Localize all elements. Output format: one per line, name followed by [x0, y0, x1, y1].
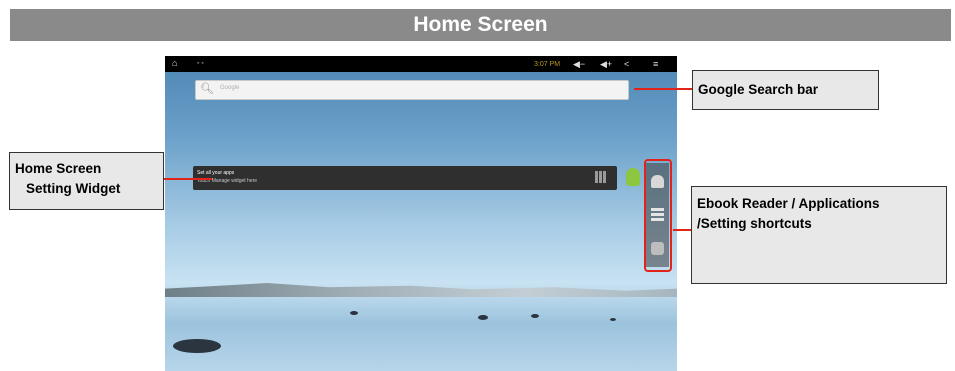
leader-line-home-widget — [162, 178, 212, 180]
search-placeholder: Google — [220, 85, 240, 91]
home-icon[interactable]: ⌂ — [172, 58, 177, 68]
leader-line-google — [634, 88, 692, 90]
menu-icon[interactable]: ≡ — [653, 59, 658, 69]
wallpaper-mountains — [165, 283, 677, 297]
page-title: Home Screen — [10, 9, 951, 41]
android-icon[interactable] — [626, 168, 640, 186]
wallpaper-rock — [173, 339, 221, 353]
callout-google-label: Google Search bar — [698, 82, 819, 97]
volume-up-icon[interactable]: ◀+ — [600, 59, 612, 69]
wallpaper-rock — [350, 311, 358, 315]
grid-icon[interactable] — [595, 171, 607, 183]
callout-home-widget: Home Screen Setting Widget — [9, 152, 164, 210]
back-icon[interactable]: < — [624, 59, 629, 69]
wallpaper-rock — [531, 314, 539, 318]
callout-shortcuts-line1: Ebook Reader / Applications — [697, 196, 880, 211]
callout-home-line1: Home Screen — [15, 161, 102, 176]
status-bar: ⌂ ▪ ▪ 3:07 PM ◀− ◀+ < ≡ — [165, 56, 677, 72]
wallpaper-rock — [478, 315, 488, 320]
callout-shortcuts-line2: /Setting shortcuts — [697, 216, 812, 231]
status-time: 3:07 PM — [534, 61, 561, 68]
widget-title: Set all your apps — [197, 170, 235, 176]
search-icon: 🔍︎ — [200, 83, 214, 95]
tablet-home-screen: ⌂ ▪ ▪ 3:07 PM ◀− ◀+ < ≡ 🔍︎ Google Set al… — [165, 56, 677, 371]
home-screen-setting-widget[interactable]: Set all your apps Touch Manage widget he… — [193, 166, 617, 190]
shortcuts-highlight — [644, 159, 672, 272]
notification-icon: ▪ ▪ — [197, 60, 204, 67]
wallpaper-rock — [610, 318, 616, 321]
callout-shortcuts: Ebook Reader / Applications /Setting sho… — [691, 186, 947, 284]
leader-line-shortcuts — [673, 229, 691, 231]
callout-home-line2: Setting Widget — [26, 181, 121, 196]
google-search-bar[interactable]: 🔍︎ Google — [195, 80, 629, 100]
volume-down-icon[interactable]: ◀− — [573, 59, 585, 69]
callout-google-search: Google Search bar — [692, 70, 879, 110]
